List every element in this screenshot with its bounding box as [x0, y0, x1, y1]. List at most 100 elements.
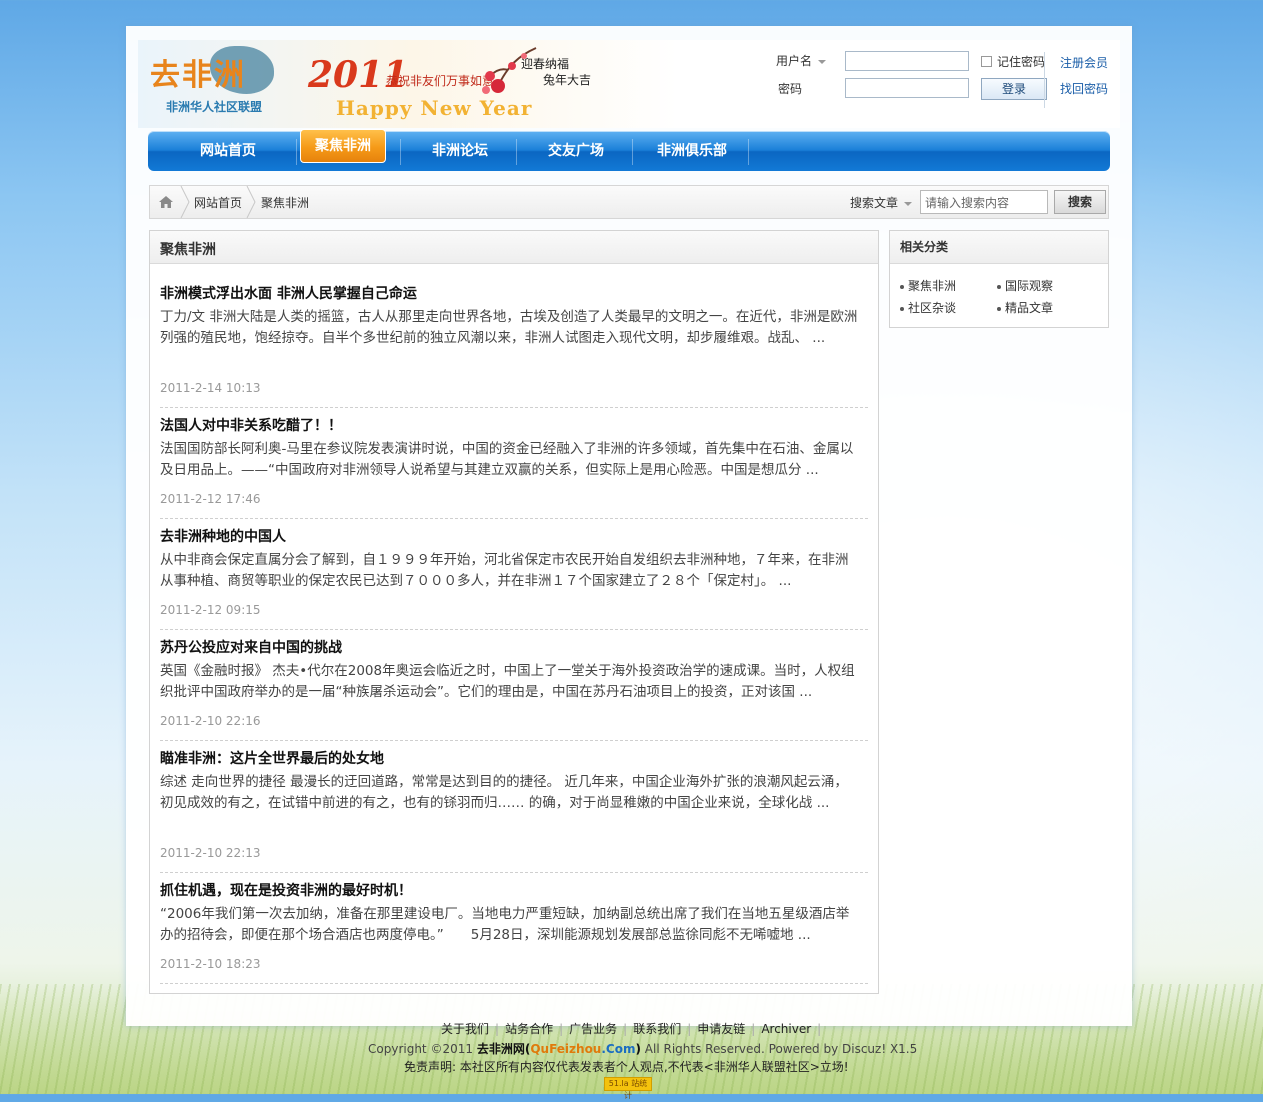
article-title[interactable]: 法国人对中非关系吃醋了！！ — [160, 415, 342, 435]
logo-subtitle: 非洲华人社区联盟 — [166, 100, 263, 114]
category-item[interactable]: 聚焦非洲 — [900, 277, 956, 294]
remember-label[interactable]: 记住密码 — [997, 53, 1045, 70]
breadcrumb-arrow-icon — [246, 186, 256, 218]
breadcrumb-arrow-icon — [180, 186, 190, 218]
chevron-down-icon — [904, 201, 913, 206]
search-input[interactable]: 请输入搜索内容 — [920, 190, 1048, 214]
copyright: Copyright ©2011 去非洲网(QuFeizhou.Com) All … — [368, 1040, 917, 1057]
nav-separator — [296, 139, 297, 165]
nav-item-home[interactable]: 网站首页 — [178, 131, 278, 171]
logo-text: 去非洲 — [150, 58, 246, 93]
nav-item-club[interactable]: 非洲俱乐部 — [642, 131, 742, 171]
domain-qu[interactable]: QuFeizhou — [530, 1042, 601, 1056]
nav-item-forum[interactable]: 非洲论坛 — [410, 131, 510, 171]
category-item[interactable]: 社区杂谈 — [900, 299, 956, 316]
article-summary: 综述 走向世界的捷径 最漫长的迂回道路，常常是达到目的的捷径。 近几年来，中国企… — [160, 774, 848, 811]
footer-link-friendlink[interactable]: 申请友链 — [697, 1022, 745, 1036]
search-type-label: 搜索文章 — [850, 196, 899, 210]
username-input[interactable] — [845, 51, 969, 71]
search-button[interactable]: 搜索 — [1054, 190, 1106, 214]
footer-link-contact[interactable]: 联系我们 — [633, 1022, 681, 1036]
register-link[interactable]: 注册会员 — [1060, 54, 1108, 71]
article-summary: 从中非商会保定直属分会了解到，自１９９９年开始，河北省保定市农民开始自发组织去非… — [160, 552, 849, 589]
category-item[interactable]: 精品文章 — [997, 299, 1053, 316]
password-label: 密码 — [778, 82, 803, 96]
footer-links: 关于我们 | 站务合作 | 广告业务 | 联系我们 | 申请友链 | Archiver | — [441, 1022, 822, 1036]
banner-spring-line2: 兔年大吉 — [543, 73, 592, 87]
side-panel-header: 相关分类 — [890, 231, 1108, 264]
article-date: 2011-2-12 09:15 — [160, 603, 261, 617]
footer-link-archiver[interactable]: Archiver — [761, 1022, 811, 1036]
category-label: 社区杂谈 — [908, 301, 957, 315]
nav-item-focus-africa[interactable]: 聚焦非洲 — [300, 129, 386, 163]
nav-separator — [516, 139, 517, 165]
article-date: 2011-2-10 22:16 — [160, 714, 261, 728]
article-date: 2011-2-10 22:13 — [160, 846, 261, 860]
nav-separator — [400, 139, 401, 165]
bullet-icon — [900, 284, 904, 289]
article-summary: 丁力/文 非洲大陆是人类的摇篮，古人从那里走向世界各地，古埃及创造了人类最早的文… — [160, 309, 858, 346]
nav-separator — [632, 139, 633, 165]
bullet-icon — [997, 284, 1001, 289]
login-divider — [1044, 52, 1045, 108]
password-input[interactable] — [845, 78, 969, 98]
nav-item-social[interactable]: 交友广场 — [526, 131, 626, 171]
panel-title: 聚焦非洲 — [160, 242, 216, 258]
article-summary: 英国《金融时报》 杰夫•代尔在2008年奥运会临近之时，中国上了一堂关于海外投资… — [160, 663, 855, 700]
breadcrumb-bar: 网站首页 聚焦非洲 搜索文章 请输入搜索内容 搜索 — [149, 185, 1109, 219]
article-title[interactable]: 去非洲种地的中国人 — [160, 526, 286, 546]
breadcrumb-current: 聚焦非洲 — [261, 196, 310, 210]
side-panel-title: 相关分类 — [900, 240, 949, 254]
article-title[interactable]: 瞄准非洲：这片全世界最后的处女地 — [160, 748, 384, 768]
page-container: 去非洲 非洲华人社区联盟 2011 恭祝非友们万事如意 Happy New Ye… — [126, 26, 1132, 1026]
remember-checkbox[interactable] — [981, 56, 992, 67]
category-label: 聚焦非洲 — [908, 279, 957, 293]
bullet-icon — [997, 306, 1001, 311]
article-title[interactable]: 非洲模式浮出水面 非洲人民掌握自己命运 — [160, 283, 417, 303]
category-item[interactable]: 国际观察 — [997, 277, 1053, 294]
username-label[interactable]: 用户名 — [776, 52, 827, 69]
stats-badge[interactable]: 51.la 站统计 — [604, 1077, 652, 1100]
article-date: 2011-2-10 18:23 — [160, 957, 261, 971]
bullet-icon — [900, 306, 904, 311]
related-categories-panel: 相关分类 聚焦非洲 国际观察 社区杂谈 精品文章 — [889, 230, 1109, 328]
site-name[interactable]: 去非洲网 — [477, 1042, 525, 1056]
new-year-banner: 2011 恭祝非友们万事如意 Happy New Year 迎春纳福 兔年大吉 — [308, 42, 608, 122]
category-label: 精品文章 — [1005, 301, 1054, 315]
login-button[interactable]: 登录 — [981, 78, 1047, 100]
category-label: 国际观察 — [1005, 279, 1054, 293]
banner-spring: 迎春纳福 兔年大吉 — [521, 56, 591, 88]
copyright-prefix: Copyright ©2011 — [368, 1042, 473, 1056]
paren-close: ) — [635, 1042, 641, 1056]
list-item: 非洲模式浮出水面 非洲人民掌握自己命运 丁力/文 非洲大陆是人类的摇篮，古人从那… — [160, 283, 868, 408]
chevron-down-icon — [818, 59, 827, 64]
site-logo[interactable]: 去非洲 非洲华人社区联盟 — [148, 46, 278, 116]
list-item: 去非洲种地的中国人 从中非商会保定直属分会了解到，自１９９９年开始，河北省保定市… — [160, 526, 868, 630]
panel-header: 聚焦非洲 — [150, 231, 878, 264]
list-item: 瞄准非洲：这片全世界最后的处女地 综述 走向世界的捷径 最漫长的迂回道路，常常是… — [160, 748, 868, 873]
article-summary: “2006年我们第一次去加纳，准备在那里建设电厂。当地电力严重短缺，加纳副总统出… — [160, 906, 850, 943]
home-icon[interactable] — [158, 195, 174, 209]
nav-separator — [748, 139, 749, 165]
article-title[interactable]: 苏丹公投应对来自中国的挑战 — [160, 637, 342, 657]
username-label-text: 用户名 — [776, 54, 813, 68]
footer-link-cooperation[interactable]: 站务合作 — [505, 1022, 553, 1036]
login-form: 用户名 记住密码 密码 登录 注册会员 找回密码 — [760, 48, 1118, 118]
article-list-panel: 聚焦非洲 非洲模式浮出水面 非洲人民掌握自己命运 丁力/文 非洲大陆是人类的摇篮… — [149, 230, 879, 994]
article-summary: 法国国防部长阿利奥-马里在参议院发表演讲时说，中国的资金已经融入了非洲的许多领域… — [160, 441, 854, 478]
list-item: 法国人对中非关系吃醋了！！ 法国国防部长阿利奥-马里在参议院发表演讲时说，中国的… — [160, 415, 868, 519]
footer-link-ads[interactable]: 广告业务 — [569, 1022, 617, 1036]
disclaimer: 免责声明: 本社区所有内容仅代表发表者个人观点,不代表<非洲华人联盟社区>立场! — [404, 1060, 849, 1074]
article-date: 2011-2-14 10:13 — [160, 381, 261, 395]
recover-password-link[interactable]: 找回密码 — [1060, 80, 1108, 97]
breadcrumb-home[interactable]: 网站首页 — [194, 194, 242, 211]
search-type-select[interactable]: 搜索文章 — [850, 194, 913, 211]
footer-link-about[interactable]: 关于我们 — [441, 1022, 489, 1036]
article-date: 2011-2-12 17:46 — [160, 492, 261, 506]
header: 去非洲 非洲华人社区联盟 2011 恭祝非友们万事如意 Happy New Ye… — [138, 40, 1120, 128]
main-nav: 网站首页 聚焦非洲 非洲论坛 交友广场 非洲俱乐部 — [148, 129, 1110, 171]
domain-com[interactable]: .Com — [601, 1042, 635, 1056]
article-title[interactable]: 抓住机遇，现在是投资非洲的最好时机！ — [160, 880, 412, 900]
list-item: 苏丹公投应对来自中国的挑战 英国《金融时报》 杰夫•代尔在2008年奥运会临近之… — [160, 637, 868, 741]
banner-spring-line1: 迎春纳福 — [521, 57, 570, 71]
